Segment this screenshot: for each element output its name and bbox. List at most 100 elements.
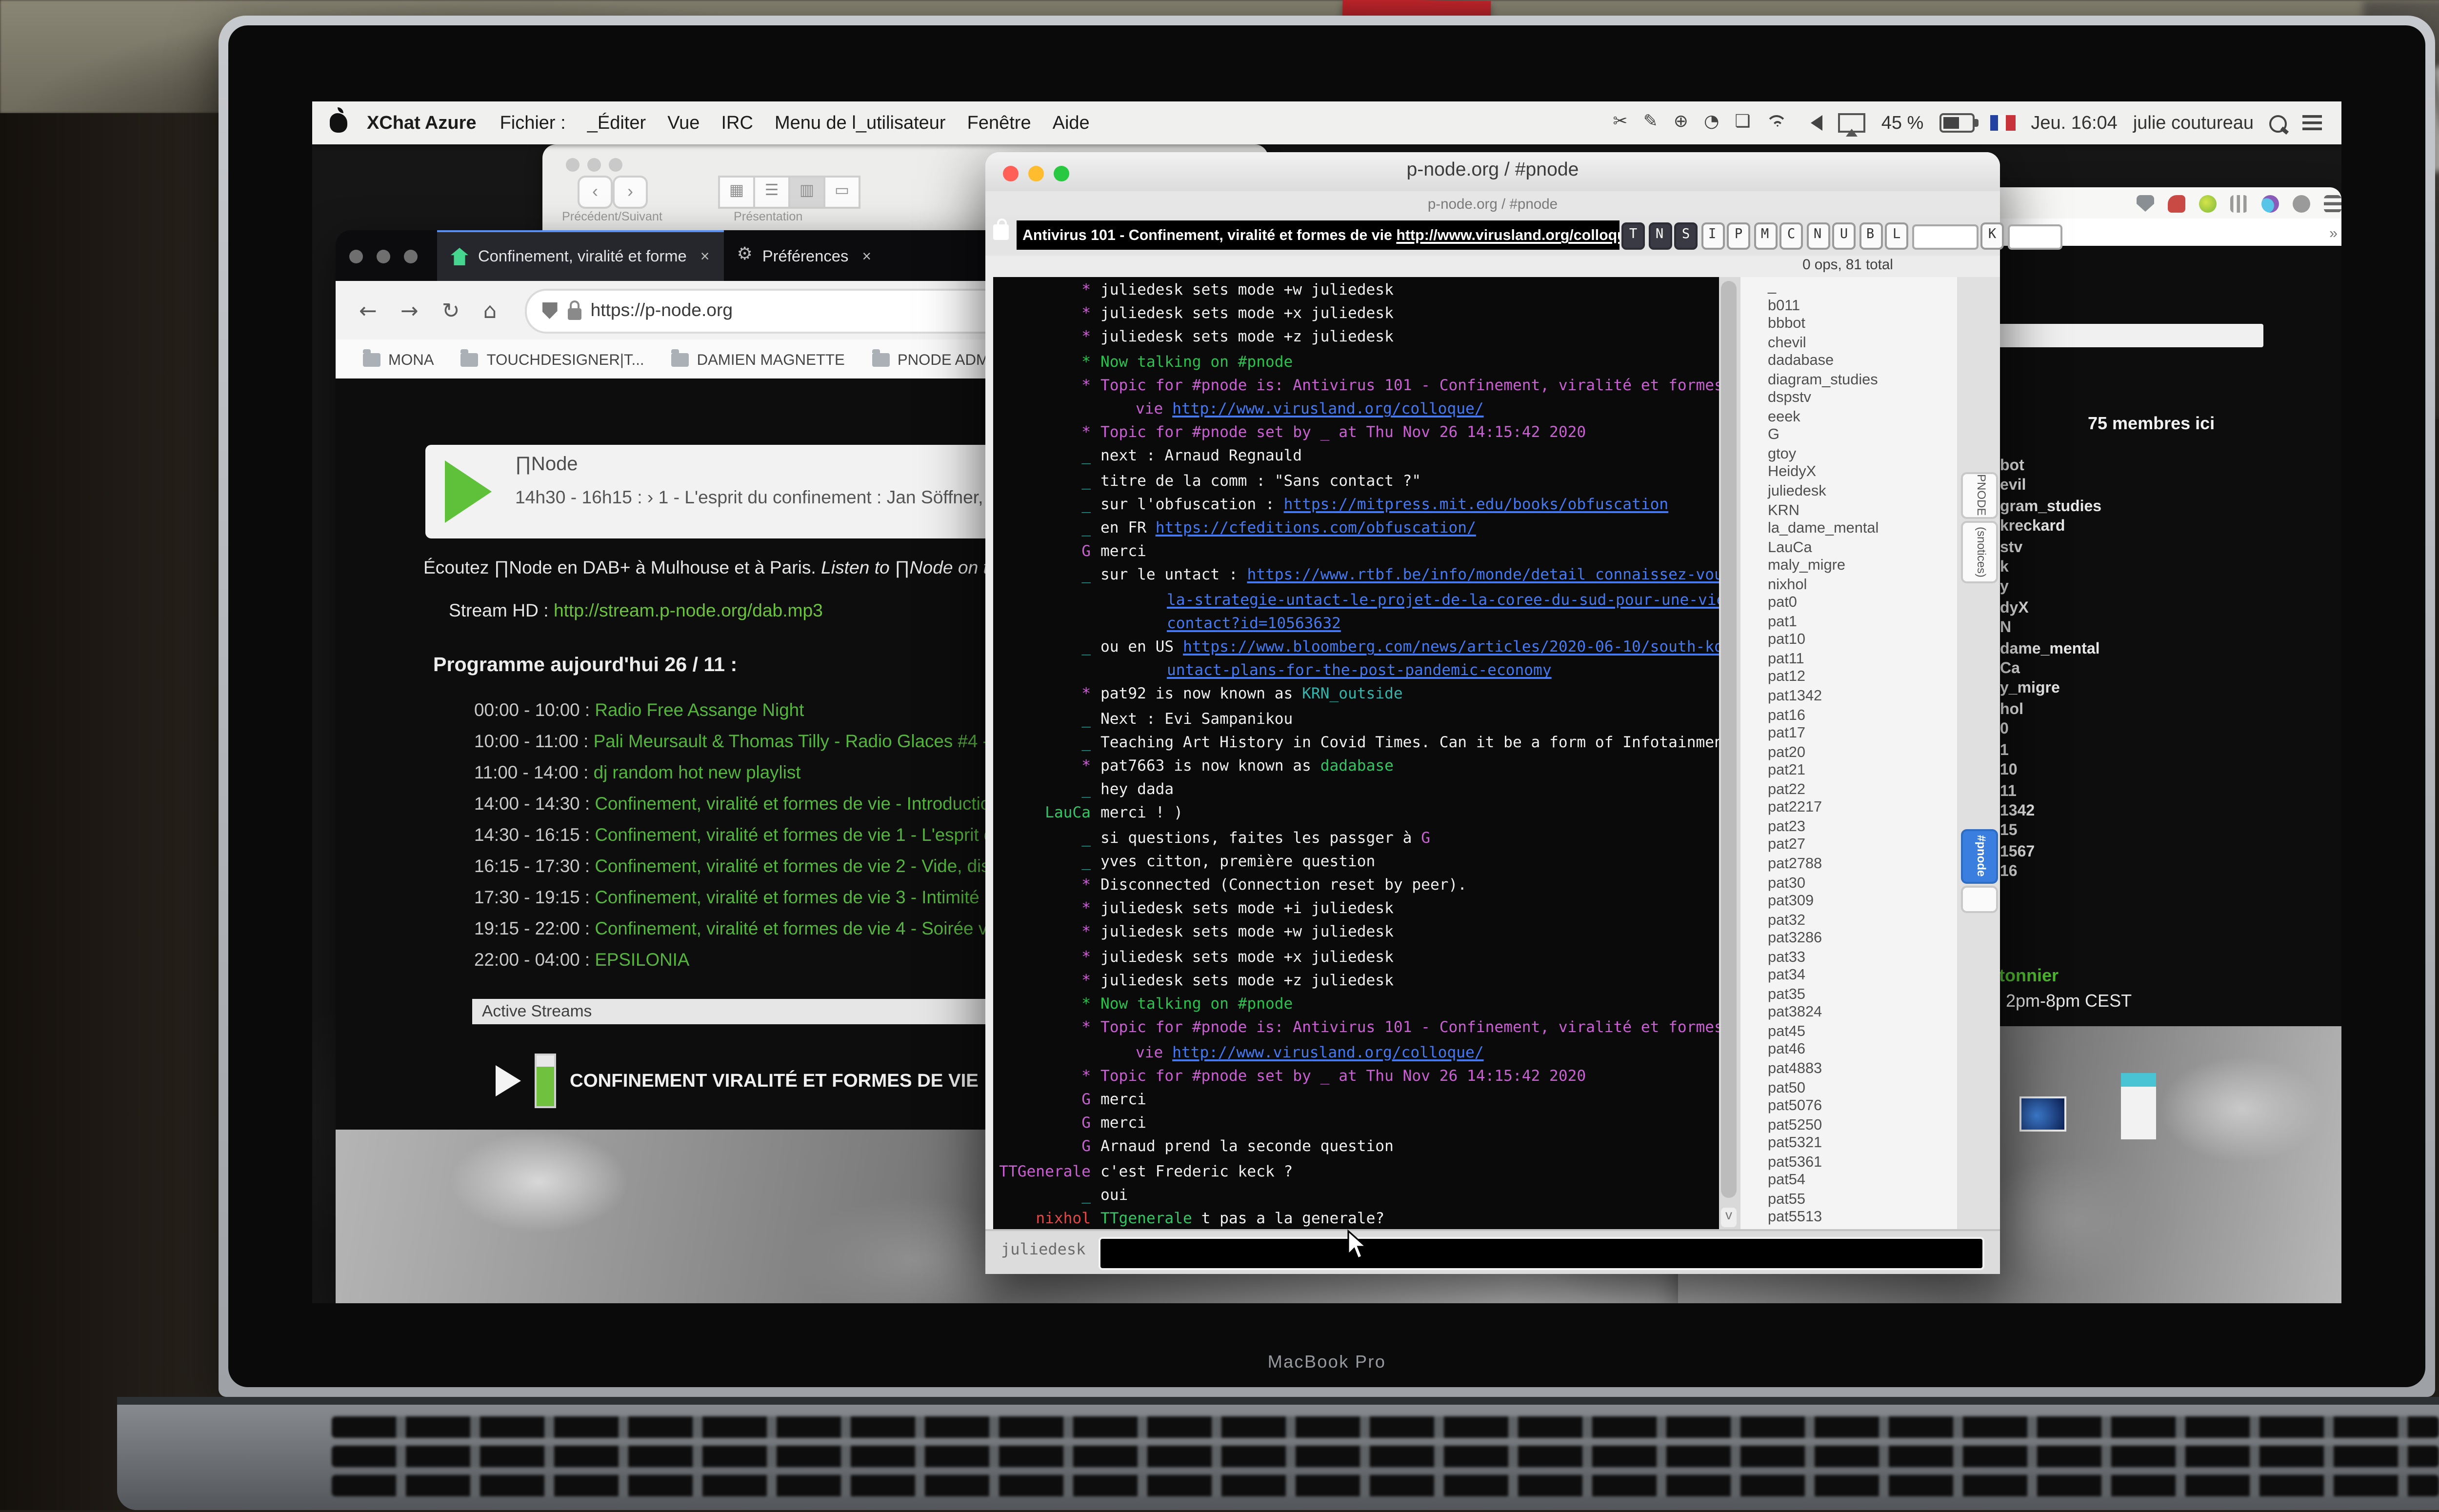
message-input-field[interactable] [1099, 1237, 1984, 1270]
user-list-item[interactable]: pat21 [1740, 761, 1959, 780]
chat-nick[interactable]: * [993, 350, 1100, 374]
scissors-icon[interactable]: ✂ [1613, 113, 1627, 133]
forward-icon[interactable]: → [400, 298, 419, 323]
user-list-item[interactable]: pat35 [1740, 985, 1959, 1003]
chat-nick[interactable]: _ [993, 827, 1100, 851]
user-list-item[interactable]: pat1342 [1740, 687, 1959, 705]
user-list-item[interactable]: dspstv [1740, 389, 1959, 407]
play-icon[interactable] [445, 460, 492, 523]
user-list[interactable]: _b011bbbotchevildadabasediagram_studiesd… [1739, 277, 1959, 1229]
user-list-item[interactable]: pat2788 [1740, 855, 1959, 873]
user-list-item[interactable]: HeidyX [1740, 463, 1959, 482]
user-list-item[interactable]: b011 [1740, 296, 1959, 314]
chat-nick[interactable]: _ [993, 731, 1100, 755]
key-button[interactable]: K [1980, 222, 2004, 250]
menubar-menu[interactable]: _Éditer [587, 112, 646, 134]
scroll-down-icon[interactable]: v [1721, 1208, 1737, 1227]
tab-close-icon[interactable]: × [862, 247, 871, 264]
chat-nick[interactable]: * [993, 279, 1100, 303]
menu-bar-user[interactable]: julie coutureau [2133, 112, 2254, 134]
mode-button-m5[interactable]: M [1753, 222, 1777, 250]
chat-nick[interactable]: _ [993, 517, 1100, 541]
bookmark-item[interactable]: MONA [363, 350, 434, 368]
user-list-item[interactable]: pat0 [1740, 594, 1959, 612]
user-list-item[interactable]: pat55 [1740, 1190, 1959, 1208]
menu-bar-clock[interactable]: Jeu. 16:04 [2031, 112, 2118, 134]
back-icon[interactable]: ← [359, 298, 377, 323]
chat-nick[interactable]: _ [993, 779, 1100, 803]
mode-button-i3[interactable]: I [1700, 222, 1724, 250]
extension-green-icon[interactable] [2199, 194, 2217, 212]
notification-center-icon[interactable] [2302, 115, 2322, 131]
user-list-item[interactable]: eeek [1740, 407, 1959, 426]
finder-minimize-button[interactable] [587, 158, 601, 172]
chat-link[interactable]: contact?id=10563632 [1167, 614, 1341, 632]
user-list-item[interactable]: pat1 [1740, 612, 1959, 631]
container-tabs-icon[interactable] [2261, 194, 2279, 212]
clock-icon[interactable]: ◔ [1704, 113, 1719, 133]
finder-close-button[interactable] [566, 158, 580, 172]
chat-nick[interactable]: LauCa [993, 803, 1100, 827]
menubar-menu[interactable]: Menu de l_utilisateur [775, 112, 946, 134]
finder-view-columns-button[interactable]: ▥ [788, 176, 825, 209]
chat-bubble-icon[interactable]: ❏ [1735, 113, 1750, 133]
extension-bars-icon[interactable] [2230, 194, 2248, 212]
tab-close-icon[interactable]: × [700, 248, 710, 265]
menubar-menu[interactable]: Vue [667, 112, 700, 134]
bookmark-item[interactable]: DAMIEN MAGNETTE [672, 350, 845, 368]
user-list-item[interactable]: pat5513 [1740, 1208, 1959, 1227]
user-list-item[interactable]: pat54 [1740, 1171, 1959, 1190]
user-list-item[interactable]: pat27 [1740, 836, 1959, 855]
shield-icon[interactable] [2137, 194, 2154, 212]
user-list-item[interactable]: nixhol [1740, 575, 1959, 594]
window-minimize-button[interactable] [377, 249, 390, 262]
url-text[interactable]: https://p-node.org [591, 300, 733, 320]
menubar-menu[interactable]: IRC [721, 112, 753, 134]
user-list-item[interactable]: pat33 [1740, 948, 1959, 966]
user-list-item[interactable]: diagram_studies [1740, 370, 1959, 389]
user-list-item[interactable]: maly_migre [1740, 557, 1959, 575]
finder-back-button[interactable]: ‹ [578, 176, 613, 209]
chat-link[interactable]: la-strategie-untact-le-projet-de-la-core… [1167, 591, 1719, 608]
tab-snotices[interactable]: (snotices) [1961, 521, 1998, 583]
key-input[interactable] [2007, 223, 2061, 249]
user-list-item[interactable]: pat12 [1740, 668, 1959, 687]
tab-pnode-channel-active[interactable]: #pnode [1961, 829, 1998, 884]
adblock-icon[interactable] [2168, 194, 2185, 212]
chat-nick[interactable]: TTGenerale [993, 1160, 1100, 1184]
user-list-item[interactable]: pat5321 [1740, 1134, 1959, 1153]
chat-nick[interactable]: * [993, 374, 1100, 398]
chat-nick[interactable]: G [993, 1089, 1100, 1113]
tab-empty[interactable] [1961, 886, 1998, 913]
window-zoom-button[interactable] [404, 249, 418, 262]
topic-url[interactable]: http://www.virusland.org/colloque/ [1396, 226, 1619, 244]
user-list-item[interactable]: pat34 [1740, 966, 1959, 985]
user-list-item[interactable]: pat32 [1740, 910, 1959, 929]
user-list-item[interactable]: pat16 [1740, 705, 1959, 724]
hamburger-menu-icon[interactable] [2324, 194, 2341, 212]
chat-nick[interactable]: _ [993, 446, 1100, 470]
user-list-item[interactable]: pat45 [1740, 1022, 1959, 1041]
stream-url-link[interactable]: http://stream.p-node.org/dab.mp3 [554, 601, 823, 620]
mode-limit-input[interactable] [1911, 223, 1978, 249]
chat-nick[interactable]: * [993, 422, 1100, 446]
home-icon[interactable]: ⌂ [483, 298, 497, 323]
user-list-item[interactable]: chevil [1740, 333, 1959, 352]
stream-play-icon[interactable] [496, 1065, 521, 1096]
chat-nick[interactable] [993, 612, 1100, 636]
user-list-item[interactable]: dadabase [1740, 352, 1959, 370]
user-list-item[interactable]: pat5250 [1740, 1115, 1959, 1134]
chat-nick[interactable]: * [993, 755, 1100, 779]
user-list-item[interactable]: pat30 [1740, 873, 1959, 892]
chat-nick[interactable]: _ [993, 636, 1100, 660]
mini-card-image[interactable] [2121, 1073, 2156, 1139]
user-list-item[interactable]: pat5361 [1740, 1153, 1959, 1171]
app-menu-title[interactable]: XChat Azure [367, 112, 477, 134]
chat-nick[interactable]: * [993, 898, 1100, 922]
tracking-shield-icon[interactable] [542, 301, 558, 319]
mode-button-b9[interactable]: B [1859, 222, 1882, 250]
chat-nick[interactable]: * [993, 327, 1100, 351]
menubar-menu[interactable]: Aide [1053, 112, 1090, 134]
chat-nick[interactable] [993, 1041, 1100, 1065]
bookmark-item[interactable]: PNODE ADMIN [872, 350, 1004, 368]
